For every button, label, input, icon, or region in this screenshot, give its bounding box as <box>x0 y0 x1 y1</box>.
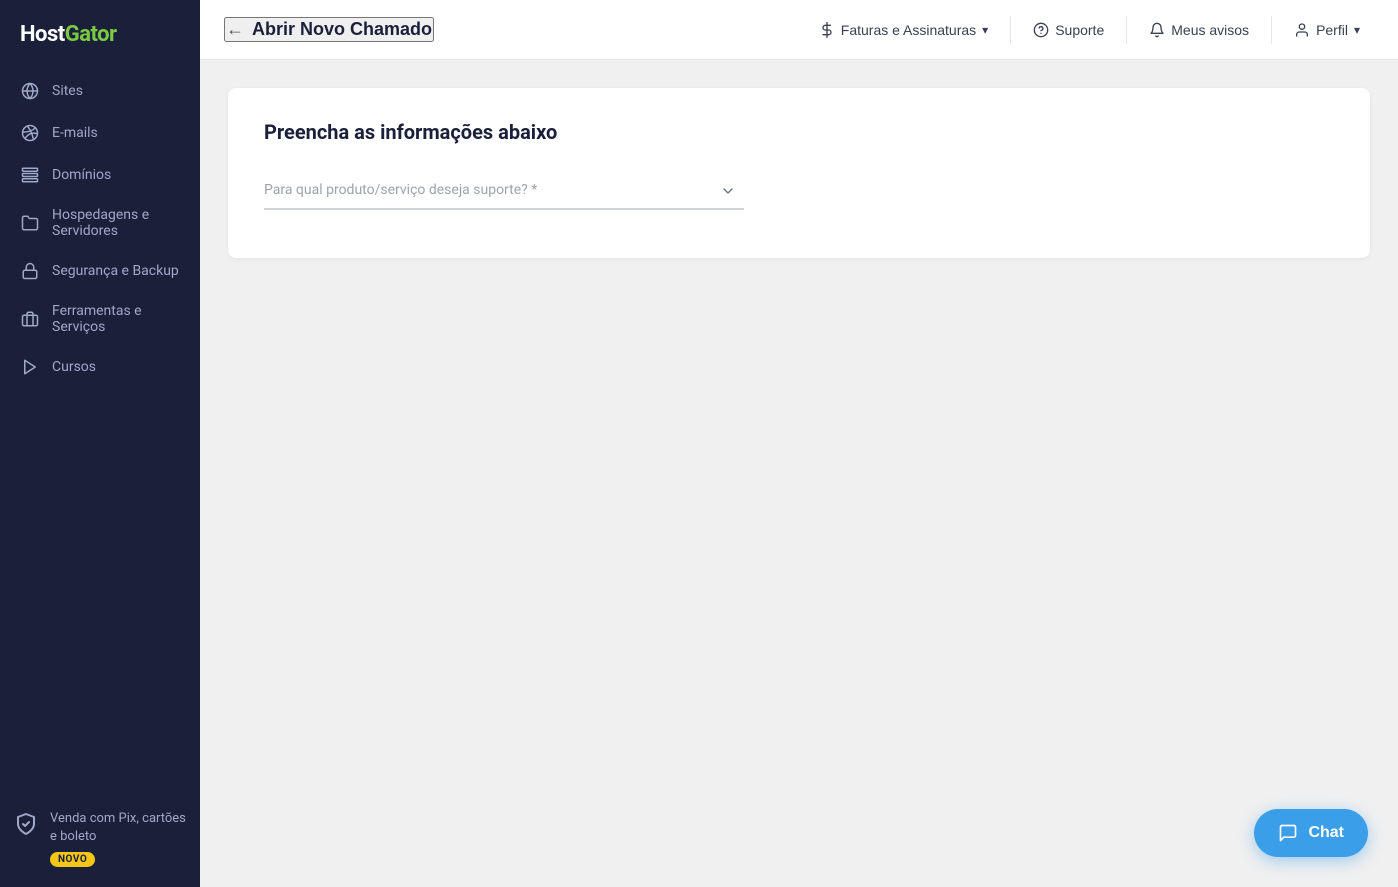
product-select[interactable] <box>264 172 744 210</box>
sidebar-item-label: Sites <box>52 83 83 99</box>
topnav: ← Abrir Novo Chamado Faturas e Assinatur… <box>200 0 1398 60</box>
sidebar-nav: Sites E-mails Domínios <box>0 71 200 794</box>
chevron-down-icon: ▾ <box>982 23 988 37</box>
card-title: Preencha as informações abaixo <box>264 120 1334 144</box>
back-arrow-icon: ← <box>226 19 244 40</box>
sidebar-item-cursos[interactable]: Cursos <box>8 347 192 387</box>
bell-icon <box>1149 22 1165 38</box>
sidebar-item-sites[interactable]: Sites <box>8 71 192 111</box>
perfil-label: Perfil <box>1316 22 1348 38</box>
question-icon <box>1033 22 1049 38</box>
sidebar-item-hospedagens[interactable]: Hospedagens e Servidores <box>8 197 192 249</box>
topnav-divider-3 <box>1271 16 1272 44</box>
sidebar-item-dominios[interactable]: Domínios <box>8 155 192 195</box>
folder-icon <box>20 213 40 233</box>
sidebar: HostGator Sites E-mails <box>0 0 200 887</box>
avisos-label: Meus avisos <box>1171 22 1249 38</box>
sidebar-item-label: Ferramentas e Serviços <box>52 303 180 335</box>
server-icon <box>20 165 40 185</box>
content-area: Preencha as informações abaixo Para qual… <box>200 60 1398 887</box>
shield-icon <box>12 810 40 838</box>
promo-badge: NOVO <box>50 852 95 867</box>
back-button[interactable]: ← Abrir Novo Chamado <box>224 17 434 42</box>
product-select-wrapper: Para qual produto/serviço deseja suporte… <box>264 172 744 210</box>
tools-icon <box>20 309 40 329</box>
promo-title: Venda com Pix, cartões e boleto <box>50 810 188 846</box>
globe-icon <box>20 81 40 101</box>
logo-host: Host <box>20 22 65 47</box>
avisos-menu[interactable]: Meus avisos <box>1135 14 1263 46</box>
sidebar-item-label: Segurança e Backup <box>52 263 179 279</box>
dollar-icon <box>819 22 835 38</box>
sidebar-item-emails[interactable]: E-mails <box>8 113 192 153</box>
logo-gator: Gator <box>65 22 117 47</box>
sidebar-promo[interactable]: Venda com Pix, cartões e boleto NOVO <box>12 810 188 867</box>
faturas-label: Faturas e Assinaturas <box>841 22 976 38</box>
sidebar-item-label: Domínios <box>52 167 111 183</box>
chat-button[interactable]: Chat <box>1254 809 1368 857</box>
perfil-menu[interactable]: Perfil ▾ <box>1280 14 1374 46</box>
main-area: ← Abrir Novo Chamado Faturas e Assinatur… <box>200 0 1398 887</box>
user-icon <box>1294 22 1310 38</box>
sidebar-item-ferramentas[interactable]: Ferramentas e Serviços <box>8 293 192 345</box>
sidebar-item-label: Hospedagens e Servidores <box>52 207 180 239</box>
sidebar-item-label: E-mails <box>52 125 98 141</box>
suporte-menu[interactable]: Suporte <box>1019 14 1118 46</box>
faturas-menu[interactable]: Faturas e Assinaturas ▾ <box>805 14 1002 46</box>
chat-icon <box>1278 823 1298 843</box>
form-card: Preencha as informações abaixo Para qual… <box>228 88 1370 258</box>
email-icon <box>20 123 40 143</box>
topnav-actions: Faturas e Assinaturas ▾ Suporte <box>805 14 1374 46</box>
logo: HostGator <box>0 0 200 71</box>
page-title: Abrir Novo Chamado <box>252 19 432 40</box>
suporte-label: Suporte <box>1055 22 1104 38</box>
topnav-divider-2 <box>1126 16 1127 44</box>
sidebar-item-seguranca[interactable]: Segurança e Backup <box>8 251 192 291</box>
topnav-divider <box>1010 16 1011 44</box>
lock-icon <box>20 261 40 281</box>
sidebar-item-label: Cursos <box>52 359 96 375</box>
promo-content: Venda com Pix, cartões e boleto NOVO <box>50 810 188 867</box>
play-icon <box>20 357 40 377</box>
chat-label: Chat <box>1308 824 1344 842</box>
chevron-down-icon-2: ▾ <box>1354 23 1360 37</box>
